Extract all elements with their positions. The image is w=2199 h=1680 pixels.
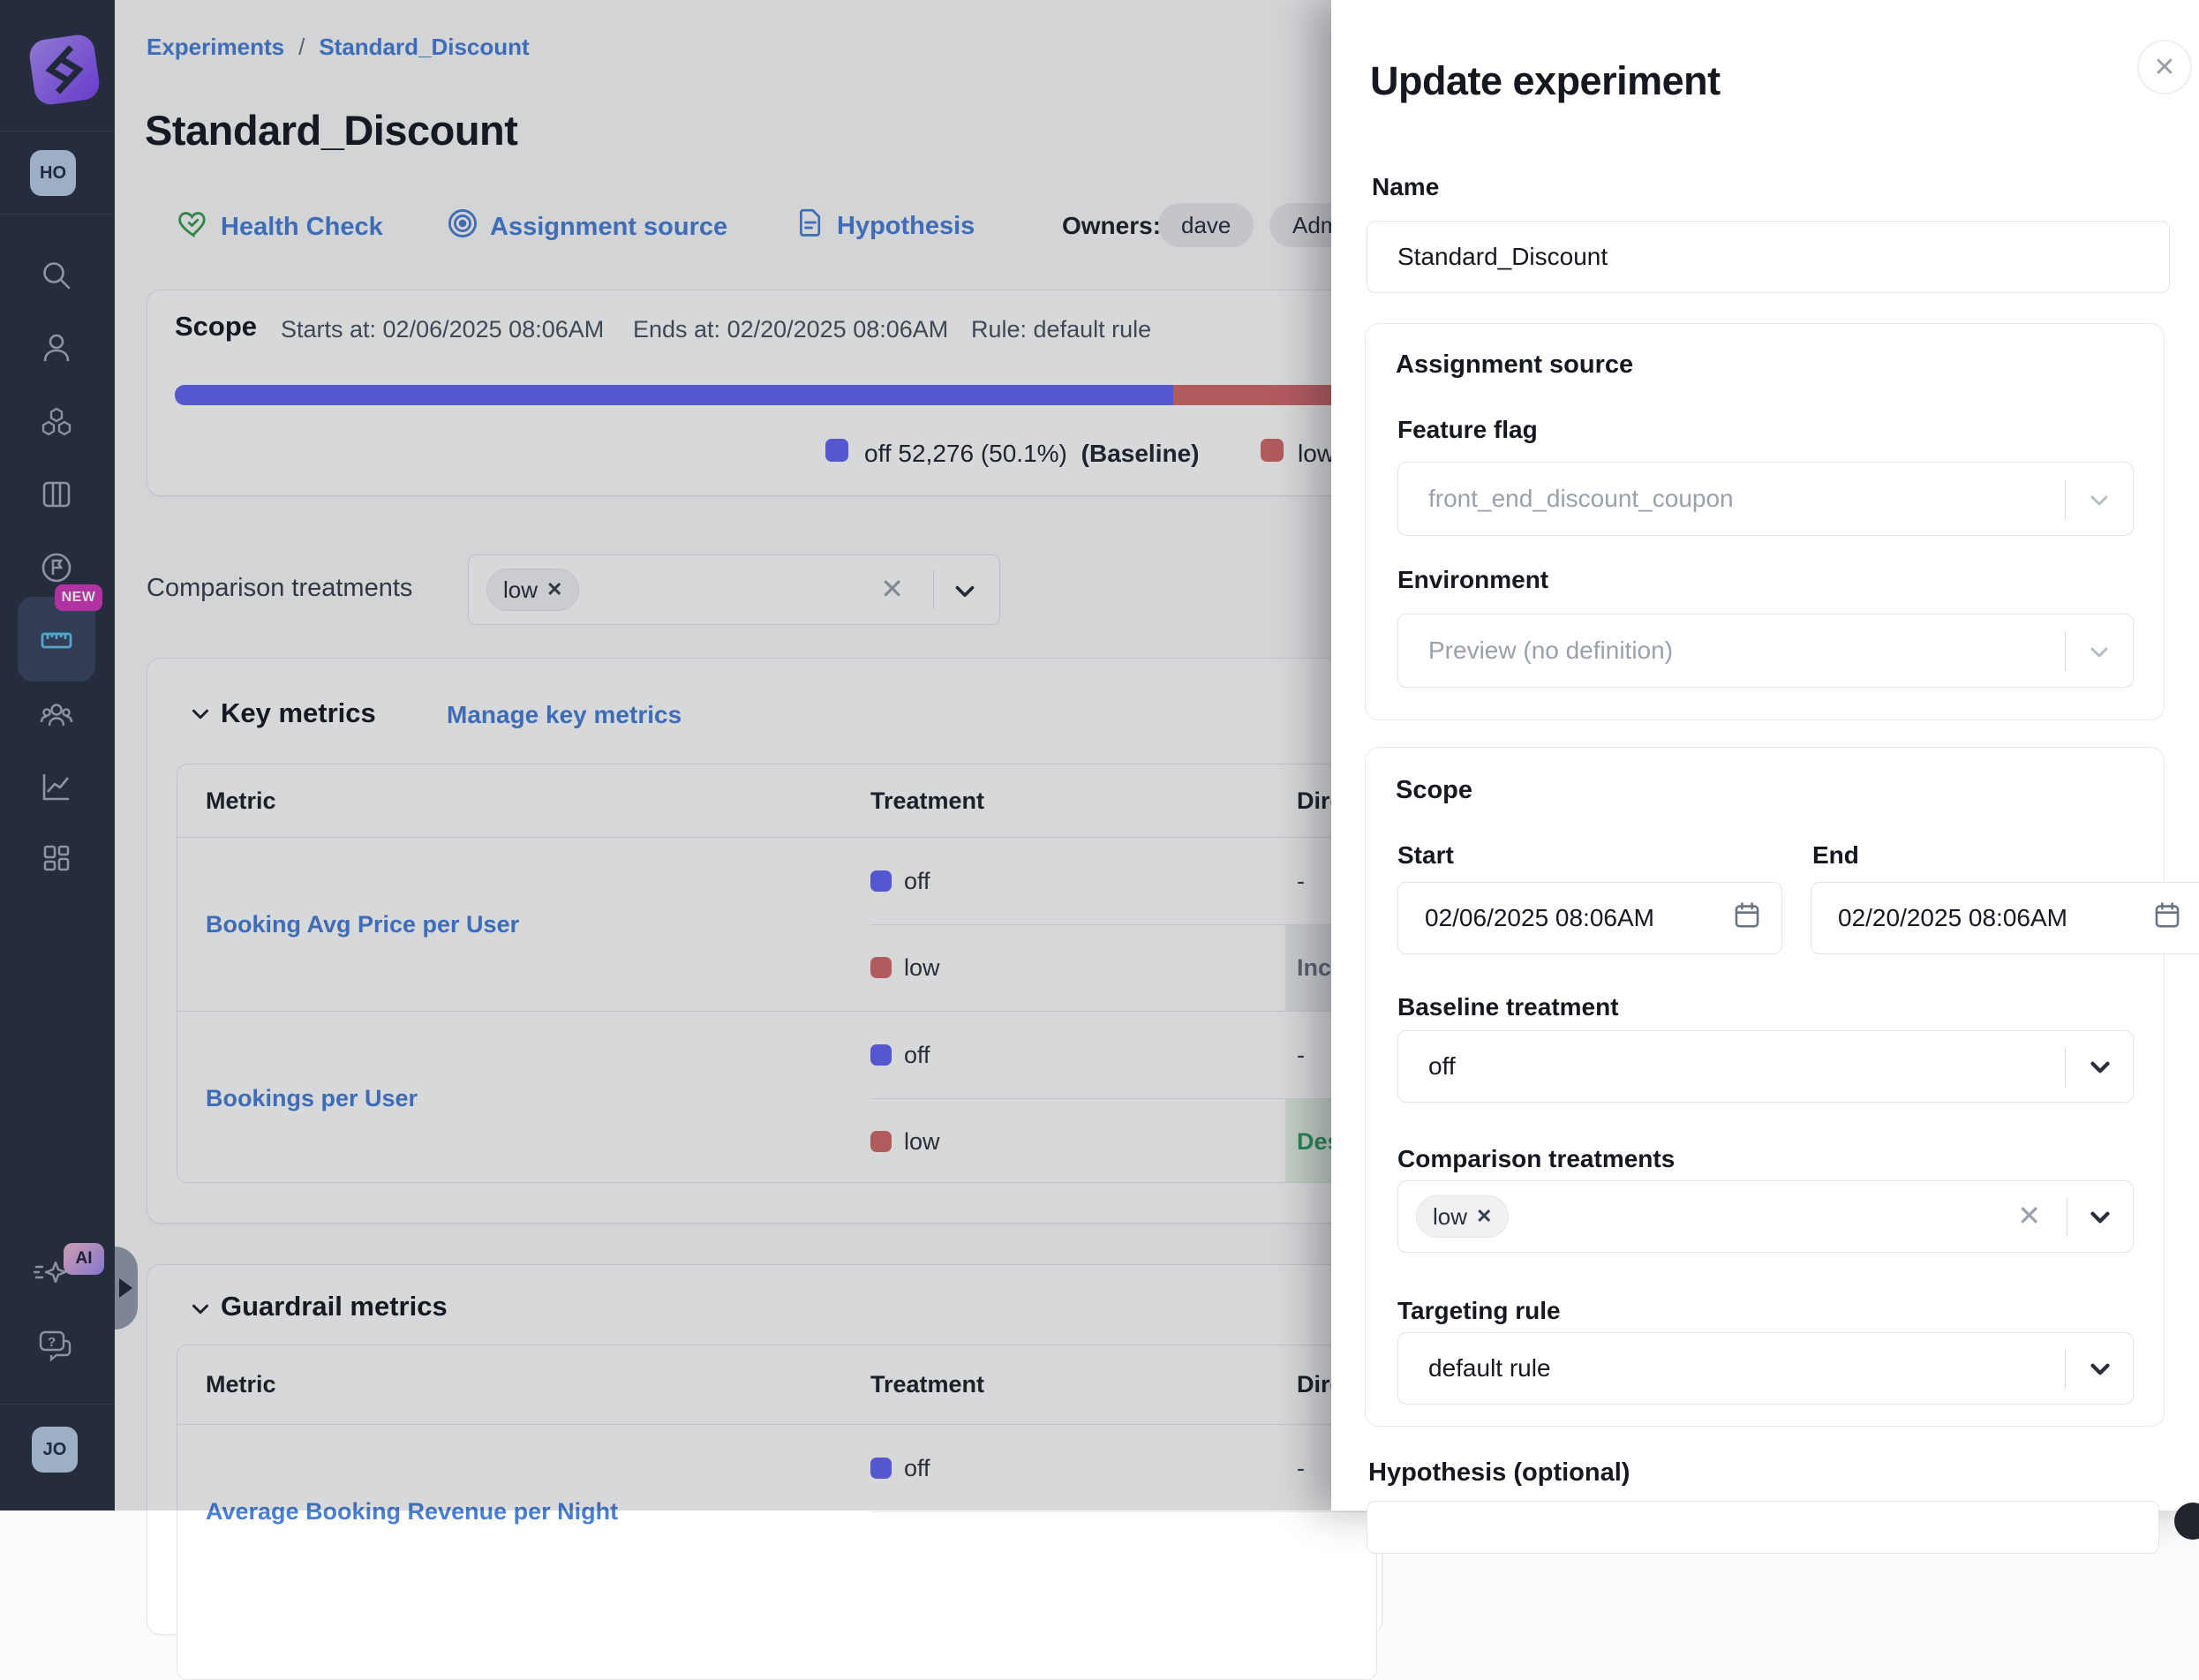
select-divider — [2065, 480, 2066, 519]
close-icon[interactable]: ✕ — [2137, 40, 2192, 94]
hypothesis-optional-label: Hypothesis (optional) — [1368, 1458, 1630, 1488]
assignment-source-card: Assignment source Feature flag front_end… — [1365, 323, 2165, 720]
ai-assist-button[interactable] — [2174, 1503, 2199, 1540]
end-date-input[interactable]: 02/20/2025 08:06AM — [1811, 882, 2199, 954]
calendar-icon[interactable] — [1732, 900, 1762, 937]
environment-value: Preview (no definition) — [1428, 637, 1673, 665]
select-divider — [2065, 1048, 2066, 1087]
end-label: End — [1812, 841, 1859, 870]
name-input[interactable]: Standard_Discount — [1367, 221, 2170, 293]
chevron-down-icon[interactable] — [2085, 1052, 2115, 1082]
select-divider — [2065, 632, 2066, 671]
chevron-down-icon[interactable] — [2085, 1354, 2115, 1384]
calendar-icon[interactable] — [2152, 900, 2182, 937]
baseline-treatment-select[interactable]: off — [1397, 1030, 2134, 1103]
assignment-source-heading: Assignment source — [1396, 350, 1633, 380]
clear-selection-icon[interactable]: ✕ — [2017, 1202, 2041, 1230]
select-divider — [2065, 1350, 2066, 1389]
feature-flag-select[interactable]: front_end_discount_coupon — [1397, 462, 2134, 536]
environment-select[interactable]: Preview (no definition) — [1397, 614, 2134, 688]
drawer-title: Update experiment — [1370, 58, 1721, 104]
comparison-treatments-label: Comparison treatments — [1397, 1145, 1675, 1173]
targeting-rule-value: default rule — [1428, 1354, 1551, 1382]
chevron-down-icon[interactable] — [2085, 1202, 2115, 1232]
hypothesis-input[interactable] — [1367, 1501, 2159, 1554]
environment-label: Environment — [1397, 566, 1548, 594]
feature-flag-value: front_end_discount_coupon — [1428, 485, 1734, 513]
chip-label: low — [1433, 1203, 1467, 1231]
name-value: Standard_Discount — [1367, 243, 1608, 271]
treatment-chip-low[interactable]: low ✕ — [1416, 1195, 1509, 1238]
feature-flag-label: Feature flag — [1397, 416, 1538, 444]
comparison-treatments-select[interactable]: low ✕ ✕ — [1397, 1180, 2134, 1253]
chip-remove-icon[interactable]: ✕ — [1476, 1205, 1492, 1228]
end-date-value: 02/20/2025 08:06AM — [1811, 904, 2067, 932]
targeting-rule-label: Targeting rule — [1397, 1297, 1561, 1325]
update-experiment-drawer: ✕ Update experiment Name Standard_Discou… — [1331, 0, 2199, 1510]
baseline-treatment-label: Baseline treatment — [1397, 993, 1619, 1021]
chevron-down-icon — [2085, 638, 2113, 667]
scope-card: Scope Start End 02/06/2025 08:06AM 02/20… — [1365, 747, 2165, 1427]
row-divider — [870, 1511, 1376, 1512]
name-label: Name — [1372, 173, 1439, 201]
chevron-down-icon — [2085, 486, 2113, 515]
start-date-input[interactable]: 02/06/2025 08:06AM — [1397, 882, 1782, 954]
scope-heading: Scope — [1396, 776, 1472, 805]
targeting-rule-select[interactable]: default rule — [1397, 1332, 2134, 1405]
start-date-value: 02/06/2025 08:06AM — [1398, 904, 1654, 932]
baseline-treatment-value: off — [1428, 1052, 1456, 1081]
start-label: Start — [1397, 841, 1454, 870]
